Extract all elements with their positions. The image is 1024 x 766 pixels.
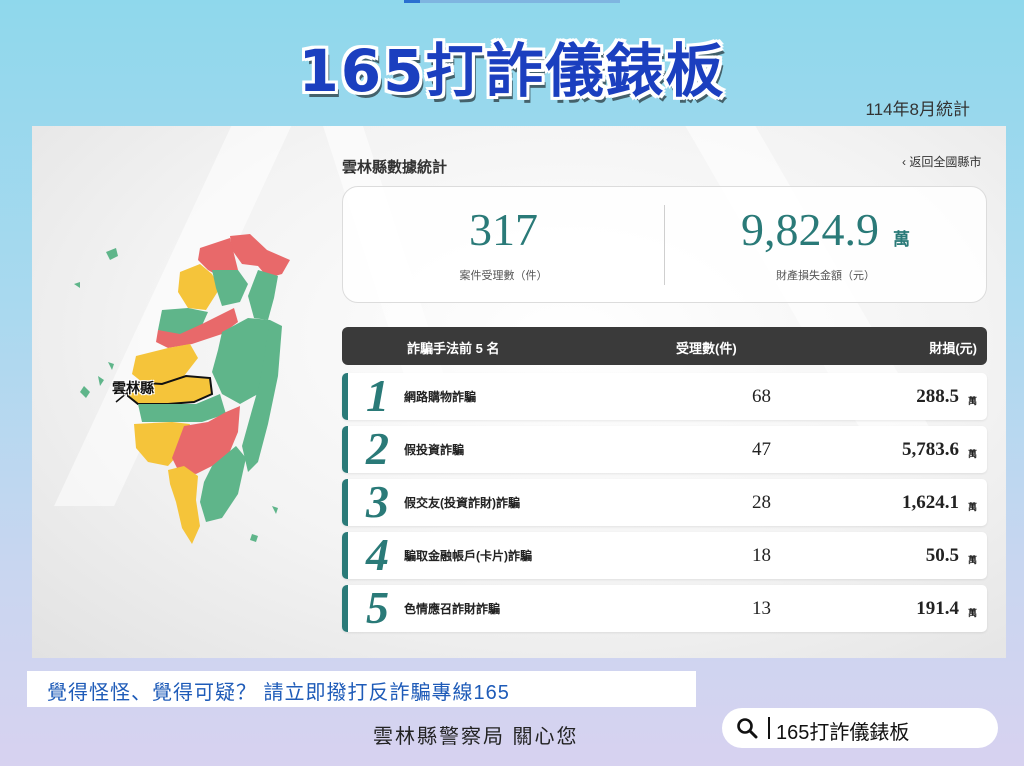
cases-stat: 317 案件受理數（件） <box>343 187 664 304</box>
method-name: 假交友(投資詐財)詐騙 <box>404 496 520 510</box>
cases-label: 案件受理數（件） <box>459 270 548 282</box>
loss-amount: 288.5 <box>916 386 959 407</box>
hotline-note: 覺得怪怪、覺得可疑？ 請立即撥打反詐騙專線165 <box>27 671 696 707</box>
chevron-left-icon: ‹ <box>902 155 906 169</box>
back-to-national-link[interactable]: ‹ 返回全國縣市 <box>902 153 981 170</box>
case-count: 28 <box>752 492 771 513</box>
map-region-hsinchu[interactable] <box>212 270 248 306</box>
police-station-signoff: 雲林縣警察局 關心您 <box>373 726 579 748</box>
case-count: 13 <box>752 598 771 619</box>
search-divider <box>768 717 770 739</box>
loss-stat: 9,824.9 萬 財產損失金額（元） <box>665 187 986 304</box>
map-region-yilan[interactable] <box>248 270 278 320</box>
loss-label: 財產損失金額（元） <box>776 270 875 282</box>
rank-number: 1 <box>366 370 389 421</box>
loss-unit: 萬 <box>893 230 910 249</box>
table-row: 4 騙取金融帳戶(卡片)詐騙 18 50.5 萬 <box>342 532 987 579</box>
map-region-pingtung[interactable] <box>168 466 200 544</box>
loss-amount: 50.5 <box>925 545 959 566</box>
loss-unit: 萬 <box>967 608 977 618</box>
header-method: 詐騙手法前 5 名 <box>407 341 500 356</box>
top-decor-line <box>404 0 620 3</box>
rank-number: 4 <box>366 529 389 580</box>
method-name: 色情應召詐財詐騙 <box>404 602 501 616</box>
method-name: 騙取金融帳戶(卡片)詐騙 <box>404 549 532 563</box>
search-pill[interactable]: 165打詐儀錶板 <box>722 708 998 748</box>
table-row: 1 網路購物詐騙 68 288.5 萬 <box>342 373 987 420</box>
county-title: 雲林縣數據統計 <box>342 159 448 176</box>
loss-unit: 萬 <box>967 502 977 512</box>
search-pill-text: 165打詐儀錶板 <box>776 722 910 744</box>
table-row: 3 假交友(投資詐財)詐騙 28 1,624.1 萬 <box>342 479 987 526</box>
method-name: 網路購物詐騙 <box>404 390 477 404</box>
table-row: 5 色情應召詐財詐騙 13 191.4 萬 <box>342 585 987 632</box>
loss-unit: 萬 <box>967 449 977 459</box>
method-name: 假投資詐騙 <box>404 443 465 457</box>
dashboard-panel: 雲林縣 雲林縣數據統計 ‹ 返回全國縣市 317 案件受理數（件） 9,824.… <box>32 126 1006 658</box>
loss-unit: 萬 <box>967 396 977 406</box>
case-count: 18 <box>752 545 771 566</box>
loss-amount: 191.4 <box>916 598 959 619</box>
case-count: 47 <box>752 439 771 460</box>
loss-amount: 5,783.6 <box>902 439 959 460</box>
cases-value: 317 <box>469 204 538 255</box>
table-row: 2 假投資詐騙 47 5,783.6 萬 <box>342 426 987 473</box>
stat-month: 114年8月統計 <box>865 100 970 119</box>
summary-card: 317 案件受理數（件） 9,824.9 萬 財產損失金額（元） <box>342 186 987 303</box>
loss-unit: 萬 <box>967 555 977 565</box>
map-county-label: 雲林縣 <box>112 380 154 396</box>
loss-value: 9,824.9 <box>741 204 879 255</box>
rank-number: 3 <box>366 476 389 527</box>
loss-amount: 1,624.1 <box>902 492 959 513</box>
header-loss: 財損(元) <box>929 341 977 356</box>
search-icon <box>737 718 758 739</box>
header-count: 受理數(件) <box>676 341 737 356</box>
back-link-label: 返回全國縣市 <box>909 155 982 169</box>
fraud-table-header: 詐騙手法前 5 名 受理數(件) 財損(元) <box>342 327 987 365</box>
rank-number: 5 <box>366 582 389 633</box>
rank-number: 2 <box>366 423 389 474</box>
case-count: 68 <box>752 386 771 407</box>
